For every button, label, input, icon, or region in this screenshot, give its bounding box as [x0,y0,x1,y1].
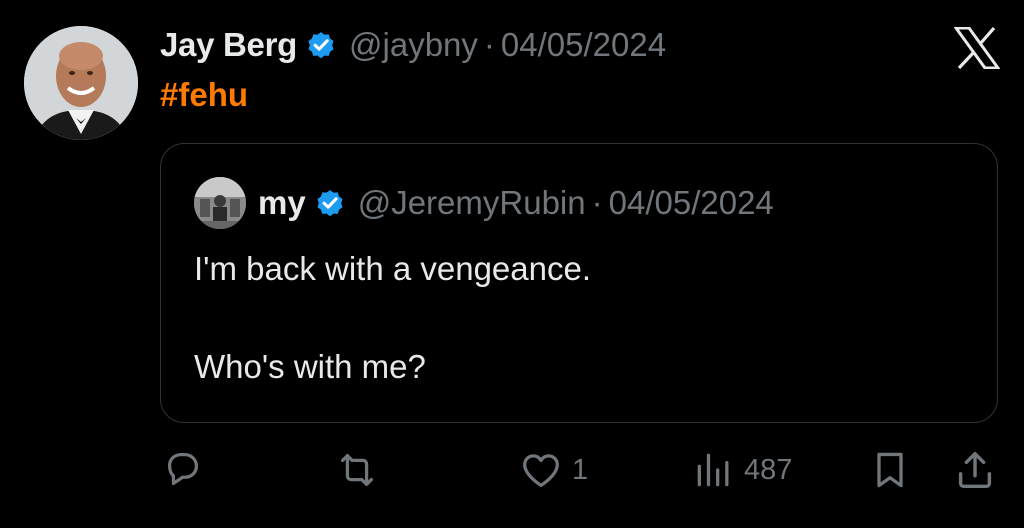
quoted-author-handle[interactable]: @JeremyRubin [358,184,586,222]
share-icon [952,447,998,493]
views-count: 487 [744,453,793,486]
verified-badge-icon [314,187,346,219]
like-count: 1 [572,453,589,486]
author-handle[interactable]: @jaybny [349,26,478,64]
repost-icon [333,447,381,493]
quoted-tweet-text-line1: I'm back with a vengeance. [194,250,592,287]
quoted-author-avatar[interactable] [194,177,246,229]
repost-button[interactable] [333,446,381,494]
tweet-action-bar: 1 487 [0,446,1024,494]
like-icon [518,447,564,493]
quoted-tweet-text-line2: Who's with me? [194,348,426,385]
bookmark-button[interactable] [868,446,912,494]
tweet-date[interactable]: 04/05/2024 [501,26,666,64]
bookmark-icon [868,447,912,493]
author-name[interactable]: Jay Berg [160,26,297,64]
quoted-tweet-card[interactable]: my @JeremyRubin · 04/05/2024 I'm back wi… [160,143,998,423]
like-button[interactable]: 1 [518,446,588,494]
reply-button[interactable] [160,446,206,494]
author-avatar[interactable] [24,26,138,140]
reply-icon [160,447,206,493]
quoted-tweet-header: my @JeremyRubin · 04/05/2024 [194,177,774,229]
separator-dot: · [591,184,603,221]
verified-badge-icon [305,29,337,61]
hashtag-link[interactable]: #fehu [160,76,248,114]
views-icon [692,447,736,493]
separator-dot: · [483,26,495,63]
quoted-tweet-date[interactable]: 04/05/2024 [609,184,774,222]
tweet-header: Jay Berg @jaybny · 04/05/2024 [160,22,666,68]
x-logo-icon[interactable] [953,26,1001,70]
share-button[interactable] [952,446,998,494]
views-button[interactable]: 487 [692,446,792,494]
quoted-author-name[interactable]: my [258,184,306,222]
